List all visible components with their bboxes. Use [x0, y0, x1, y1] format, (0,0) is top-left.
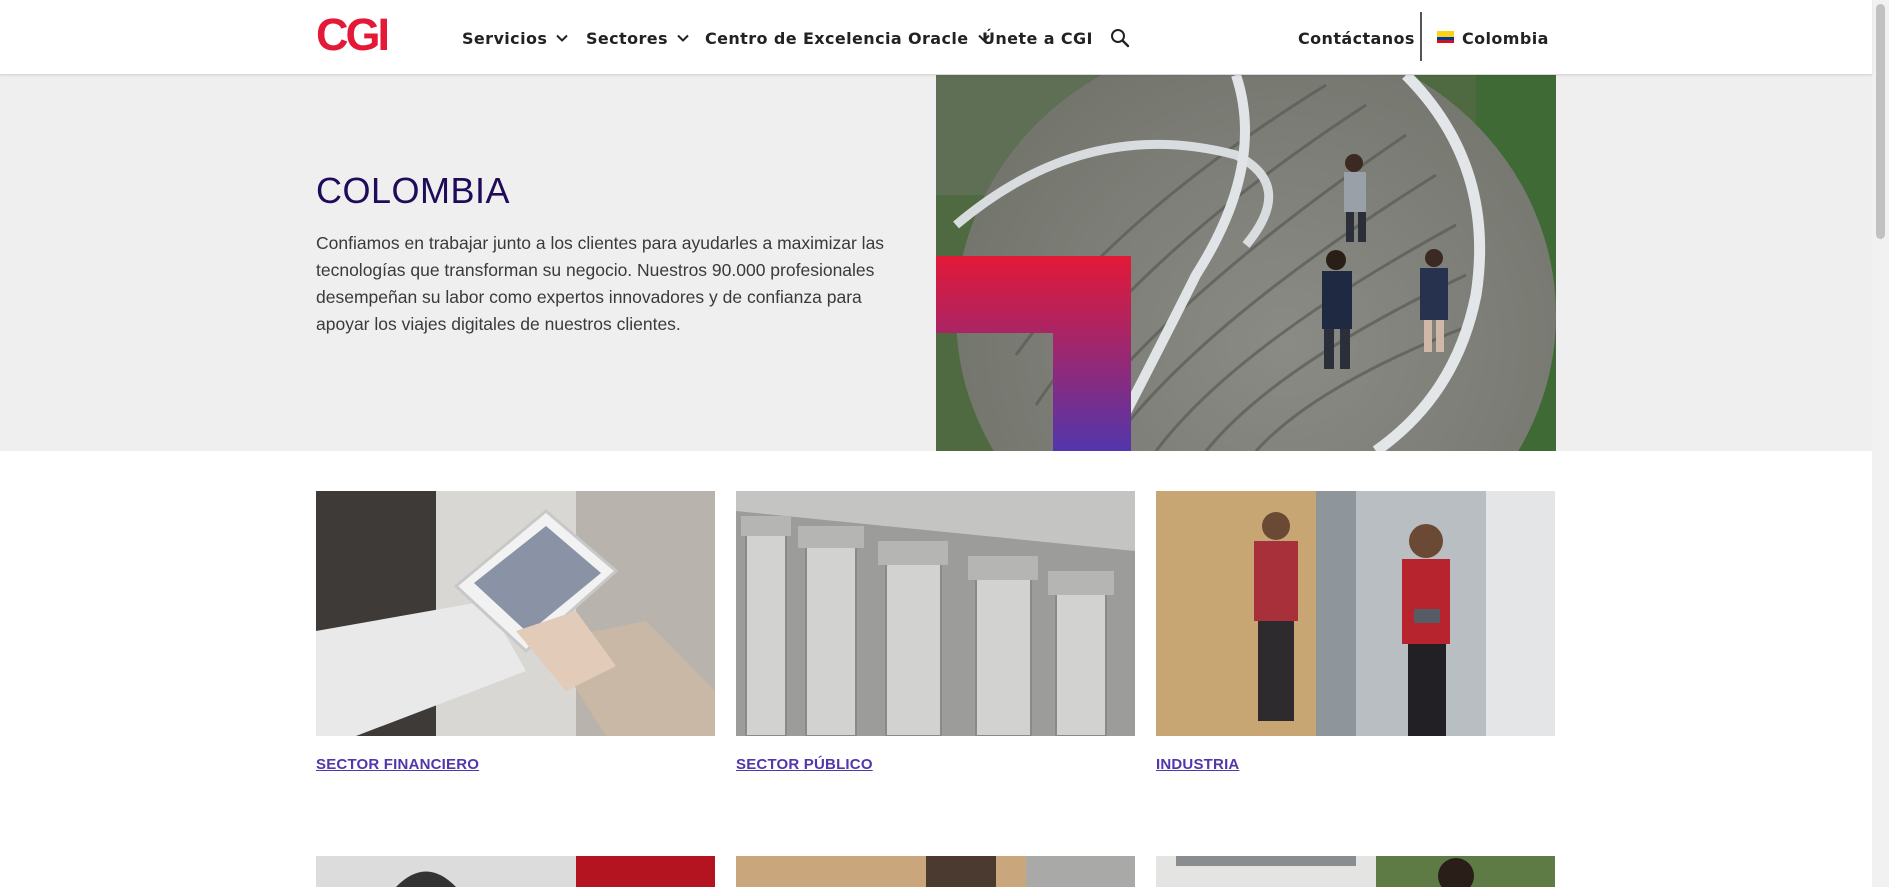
country-selector[interactable]: Colombia [1462, 26, 1549, 50]
scrollbar-thumb[interactable] [1876, 4, 1885, 239]
card-image [316, 856, 715, 887]
card-link-label[interactable]: SECTOR FINANCIERO [316, 756, 715, 773]
nav-oracle[interactable]: Centro de Excelencia Oracle [705, 26, 991, 50]
nav-sectores[interactable]: Sectores [586, 26, 690, 50]
contact-label: Contáctanos [1298, 28, 1415, 48]
cgi-logo[interactable]: CGI [316, 12, 390, 57]
card-image-columns [736, 491, 1135, 736]
hero-section: COLOMBIA Confiamos en trabajar junto a l… [0, 75, 1872, 451]
card-sector-financiero[interactable]: SECTOR FINANCIERO [316, 491, 715, 773]
card-image [736, 856, 1135, 887]
decorative-accent-shape [936, 256, 1131, 451]
card-sector-publico[interactable]: SECTOR PÚBLICO [736, 491, 1135, 773]
nav-servicios[interactable]: Servicios [462, 26, 569, 50]
site-header: CGI Servicios Sectores Centro de Excelen… [0, 0, 1872, 75]
page-title: COLOMBIA [316, 170, 511, 211]
card-row2-1[interactable] [316, 856, 715, 887]
country-label: Colombia [1462, 28, 1549, 48]
card-row2-2[interactable] [736, 856, 1135, 887]
colombia-flag-icon [1437, 31, 1454, 43]
card-link-label[interactable]: SECTOR PÚBLICO [736, 756, 1135, 773]
nav-label: Sectores [586, 28, 668, 48]
contact-link[interactable]: Contáctanos [1298, 26, 1415, 50]
hero-description: Confiamos en trabajar junto a los client… [316, 233, 885, 334]
card-image [1156, 856, 1555, 887]
nav-unete[interactable]: Únete a CGI [982, 26, 1093, 50]
card-image-tablet [316, 491, 715, 736]
nav-label: Servicios [462, 28, 548, 48]
nav-label: Centro de Excelencia Oracle [705, 28, 969, 48]
card-row2-3[interactable] [1156, 856, 1555, 887]
card-industria[interactable]: INDUSTRIA [1156, 491, 1555, 773]
header-divider [1420, 12, 1422, 61]
card-image-industry [1156, 491, 1555, 736]
chevron-down-icon [677, 34, 689, 42]
search-icon[interactable] [1110, 28, 1130, 48]
nav-label: Únete a CGI [982, 28, 1093, 48]
chevron-down-icon [556, 34, 568, 42]
card-link-label[interactable]: INDUSTRIA [1156, 756, 1555, 773]
vertical-scrollbar[interactable] [1872, 0, 1889, 887]
